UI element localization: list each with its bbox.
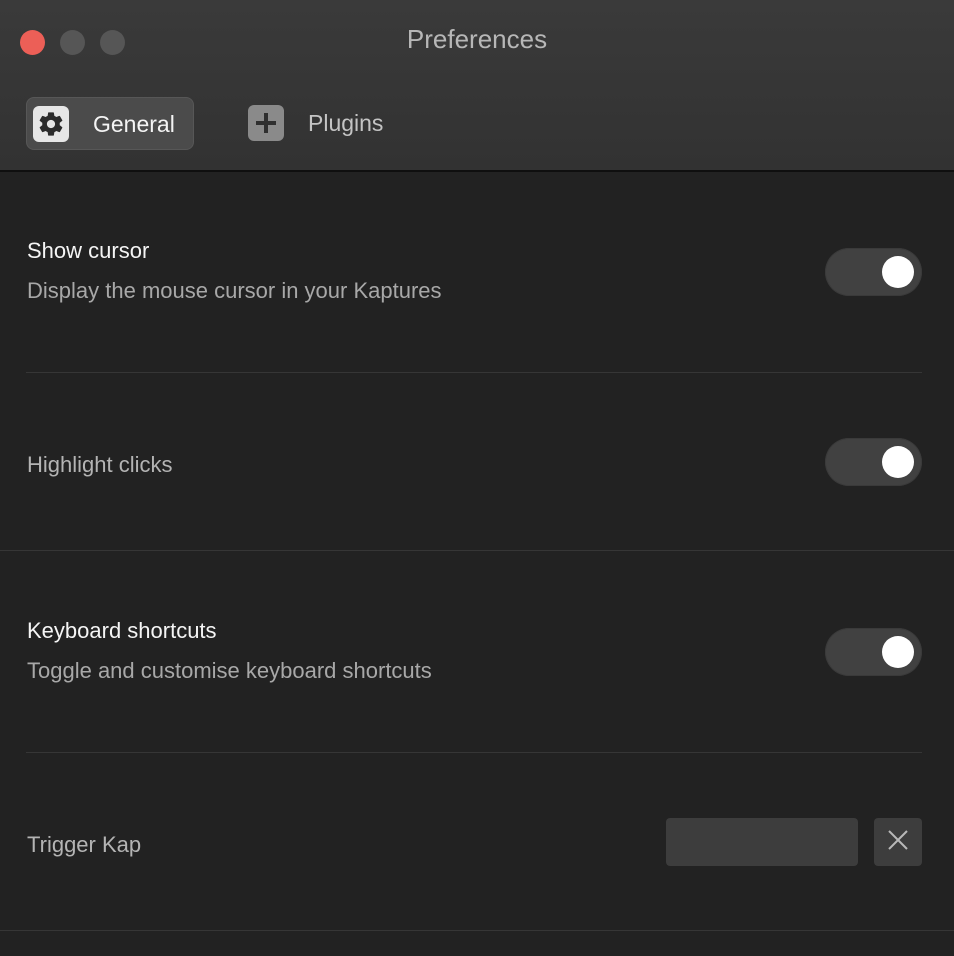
- highlight-clicks-title: Highlight clicks: [27, 452, 173, 477]
- toggle-knob: [882, 636, 914, 668]
- show-cursor-description: Display the mouse cursor in your Kapture…: [27, 278, 442, 303]
- section-divider: [0, 930, 954, 931]
- gear-icon: [33, 106, 69, 142]
- divider: [26, 752, 922, 753]
- keyboard-shortcuts-title: Keyboard shortcuts: [27, 618, 217, 643]
- toggle-knob: [882, 256, 914, 288]
- section-divider: [0, 550, 954, 551]
- highlight-clicks-toggle[interactable]: [825, 438, 922, 486]
- tab-general-label: General: [93, 111, 175, 137]
- preferences-window: Preferences General Plugins Show cursor …: [0, 0, 954, 956]
- divider: [26, 372, 922, 373]
- window-title: Preferences: [406, 24, 548, 54]
- plus-icon: [248, 105, 284, 141]
- tab-plugins-label: Plugins: [308, 110, 384, 136]
- show-cursor-toggle[interactable]: [825, 248, 922, 296]
- trigger-kap-title: Trigger Kap: [27, 832, 142, 857]
- keyboard-shortcuts-toggle[interactable]: [825, 628, 922, 676]
- trigger-kap-shortcut-input[interactable]: [666, 818, 858, 866]
- tab-general[interactable]: General: [26, 97, 194, 150]
- titlebar: Preferences General Plugins: [0, 0, 954, 172]
- show-cursor-title: Show cursor: [27, 238, 150, 263]
- tab-plugins[interactable]: Plugins: [236, 97, 416, 150]
- keyboard-shortcuts-description: Toggle and customise keyboard shortcuts: [27, 658, 432, 683]
- close-icon: [887, 829, 909, 856]
- toggle-knob: [882, 446, 914, 478]
- clear-shortcut-button[interactable]: [874, 818, 922, 866]
